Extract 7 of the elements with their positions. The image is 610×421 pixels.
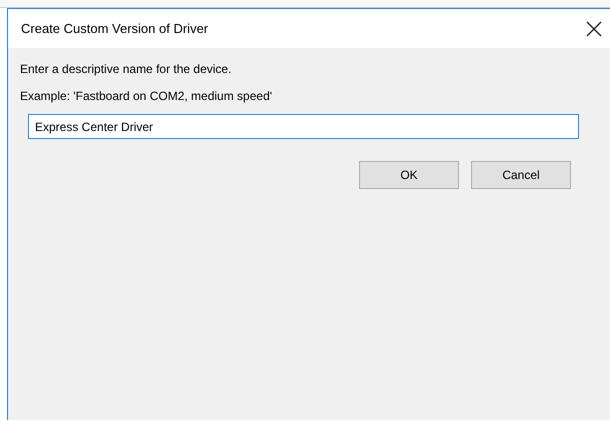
close-icon xyxy=(586,20,602,36)
ok-button[interactable]: OK xyxy=(359,161,459,189)
prompt-text: Enter a descriptive name for the device. xyxy=(20,62,232,77)
window-title: Create Custom Version of Driver xyxy=(21,21,208,36)
example-text: Example: 'Fastboard on COM2, medium speed' xyxy=(20,89,274,104)
name-input-field[interactable]: Express Center Driver xyxy=(28,114,579,139)
cancel-button[interactable]: Cancel xyxy=(471,161,571,189)
